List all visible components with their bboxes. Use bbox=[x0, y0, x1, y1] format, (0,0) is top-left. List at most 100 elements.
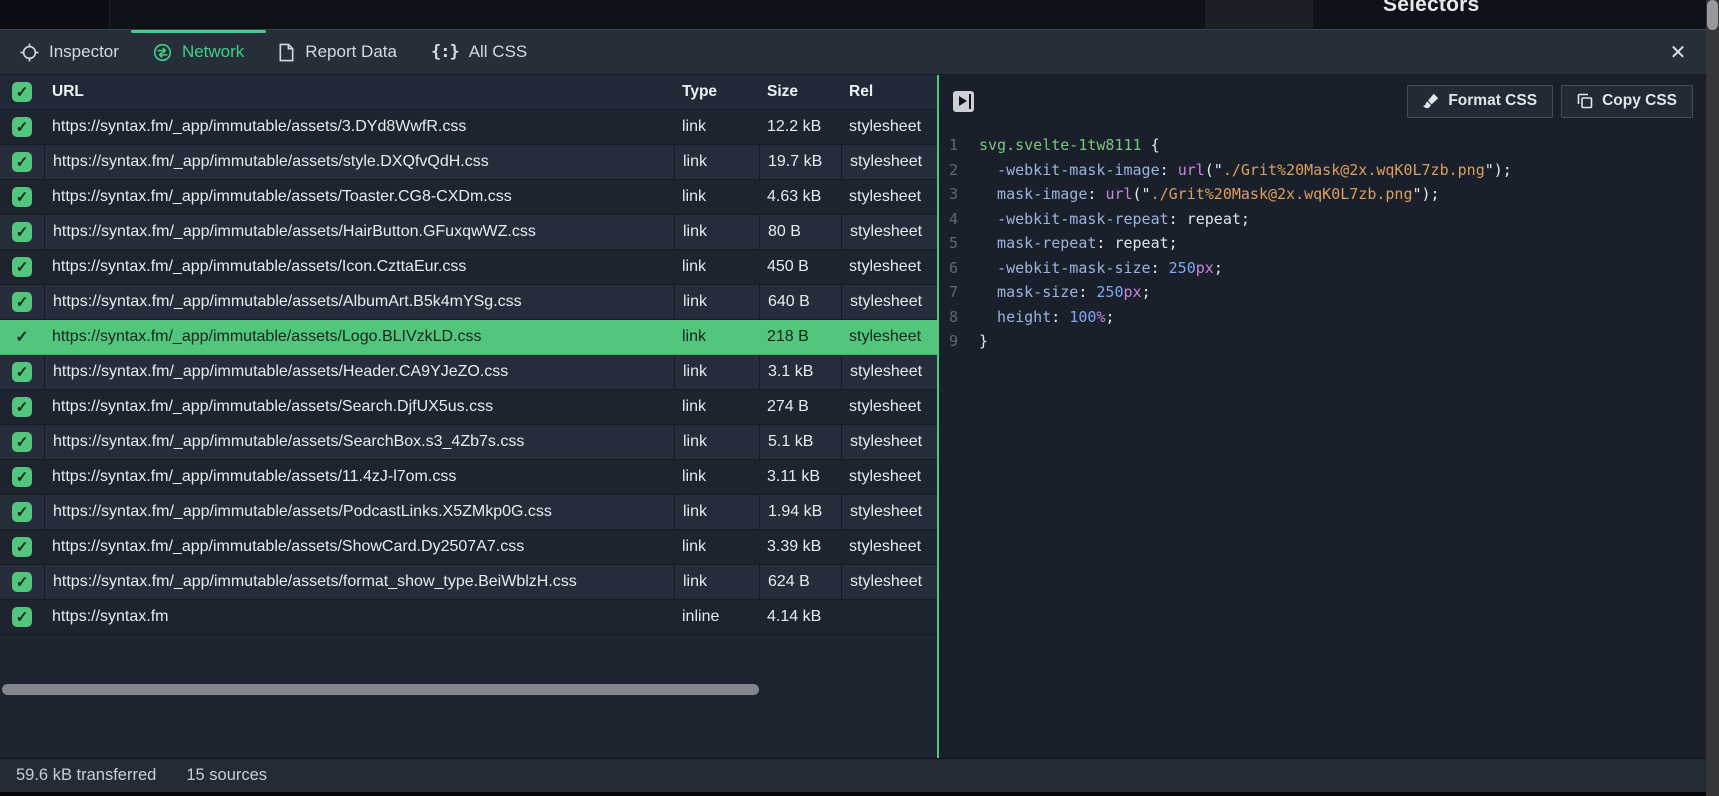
row-checkbox[interactable]: ✓ bbox=[12, 292, 32, 312]
select-all-checkbox[interactable]: ✓ bbox=[12, 82, 32, 102]
line-number: 8 bbox=[949, 305, 965, 330]
tab-network[interactable]: Network bbox=[153, 30, 244, 74]
row-checkbox-cell: ✓ bbox=[0, 152, 44, 172]
row-url: https://syntax.fm/_app/immutable/assets/… bbox=[44, 285, 674, 319]
page-scrollbar-thumb[interactable] bbox=[1707, 0, 1718, 30]
devtools-panel: Inspector Network bbox=[0, 30, 1719, 792]
row-rel: stylesheet bbox=[841, 328, 937, 346]
close-icon[interactable]: ✕ bbox=[1667, 42, 1689, 64]
row-type: link bbox=[674, 495, 759, 529]
row-checkbox[interactable]: ✓ bbox=[12, 257, 32, 277]
table-row[interactable]: ✓ https://syntax.fm inline 4.14 kB bbox=[0, 600, 937, 635]
row-type: inline bbox=[674, 608, 759, 626]
line-code: -webkit-mask-size: 250px; bbox=[965, 256, 1223, 281]
table-row[interactable]: ✓ https://syntax.fm/_app/immutable/asset… bbox=[0, 285, 937, 320]
table-row[interactable]: ✓ https://syntax.fm/_app/immutable/asset… bbox=[0, 530, 937, 565]
row-url: https://syntax.fm/_app/immutable/assets/… bbox=[44, 258, 674, 276]
row-size: 12.2 kB bbox=[759, 118, 841, 136]
row-url: https://syntax.fm/_app/immutable/assets/… bbox=[44, 215, 674, 249]
row-url: https://syntax.fm/_app/immutable/assets/… bbox=[44, 538, 674, 556]
row-size: 4.14 kB bbox=[759, 608, 841, 626]
row-checkbox[interactable]: ✓ bbox=[15, 327, 28, 347]
row-rel: stylesheet bbox=[841, 258, 937, 276]
expand-panel-button[interactable] bbox=[953, 91, 974, 112]
tab-all-css[interactable]: {:} All CSS bbox=[431, 30, 527, 74]
table-row[interactable]: ✓ https://syntax.fm/_app/immutable/asset… bbox=[0, 320, 937, 355]
row-size: 624 B bbox=[759, 565, 841, 599]
row-url: https://syntax.fm/_app/immutable/assets/… bbox=[44, 188, 674, 206]
row-checkbox[interactable]: ✓ bbox=[12, 502, 32, 522]
line-number: 6 bbox=[949, 256, 965, 281]
row-type: link bbox=[674, 215, 759, 249]
table-row[interactable]: ✓ https://syntax.fm/_app/immutable/asset… bbox=[0, 565, 937, 600]
row-checkbox[interactable]: ✓ bbox=[12, 187, 32, 207]
row-type: link bbox=[674, 425, 759, 459]
table-row[interactable]: ✓ https://syntax.fm/_app/immutable/asset… bbox=[0, 180, 937, 215]
format-css-label: Format CSS bbox=[1448, 92, 1537, 110]
line-code: height: 100%; bbox=[965, 305, 1114, 330]
table-row[interactable]: ✓ https://syntax.fm/_app/immutable/asset… bbox=[0, 110, 937, 145]
row-checkbox[interactable]: ✓ bbox=[12, 607, 32, 627]
table-header-row: ✓ URL Type Size Rel bbox=[0, 75, 937, 110]
row-url: https://syntax.fm/_app/immutable/assets/… bbox=[44, 328, 674, 346]
table-row[interactable]: ✓ https://syntax.fm/_app/immutable/asset… bbox=[0, 390, 937, 425]
line-number: 5 bbox=[949, 231, 965, 256]
row-checkbox[interactable]: ✓ bbox=[12, 222, 32, 242]
row-type: link bbox=[674, 538, 759, 556]
screen: Selectors Inspector bbox=[0, 0, 1719, 796]
table-row[interactable]: ✓ https://syntax.fm/_app/immutable/asset… bbox=[0, 250, 937, 285]
row-type: link bbox=[674, 355, 759, 389]
table-row[interactable]: ✓ https://syntax.fm/_app/immutable/asset… bbox=[0, 355, 937, 390]
row-type: link bbox=[674, 118, 759, 136]
table-row[interactable]: ✓ https://syntax.fm/_app/immutable/asset… bbox=[0, 460, 937, 495]
format-css-button[interactable]: Format CSS bbox=[1407, 85, 1553, 118]
line-number: 7 bbox=[949, 280, 965, 305]
css-code-viewer[interactable]: 1 svg.svelte-1tw8111 { 2 -webkit-mask-im… bbox=[939, 127, 1719, 354]
row-checkbox[interactable]: ✓ bbox=[12, 432, 32, 452]
row-checkbox[interactable]: ✓ bbox=[12, 572, 32, 592]
tab-label: All CSS bbox=[469, 42, 528, 62]
page-selectors-heading: Selectors bbox=[1383, 0, 1479, 17]
row-checkbox[interactable]: ✓ bbox=[12, 397, 32, 417]
table-row[interactable]: ✓ https://syntax.fm/_app/immutable/asset… bbox=[0, 495, 937, 530]
table-row[interactable]: ✓ https://syntax.fm/_app/immutable/asset… bbox=[0, 145, 937, 180]
row-type: link bbox=[674, 398, 759, 416]
select-all-checkbox-cell: ✓ bbox=[0, 82, 44, 102]
network-icon bbox=[153, 43, 172, 62]
row-checkbox[interactable]: ✓ bbox=[12, 537, 32, 557]
copy-css-button[interactable]: Copy CSS bbox=[1561, 85, 1693, 118]
code-line: 3 mask-image: url("./Grit%20Mask@2x.wqK0… bbox=[949, 182, 1719, 207]
row-type: link bbox=[674, 328, 759, 346]
row-size: 3.11 kB bbox=[759, 468, 841, 486]
tab-report-data[interactable]: Report Data bbox=[278, 30, 397, 74]
horizontal-scrollbar-thumb[interactable] bbox=[2, 684, 759, 695]
code-line: 9 } bbox=[949, 329, 1719, 354]
table-rows: ✓ https://syntax.fm/_app/immutable/asset… bbox=[0, 110, 937, 635]
row-checkbox-cell: ✓ bbox=[0, 467, 44, 487]
code-toolbar: Format CSS Copy CSS bbox=[939, 75, 1719, 127]
row-checkbox[interactable]: ✓ bbox=[12, 152, 32, 172]
page-scrollbar-track[interactable] bbox=[1706, 0, 1719, 796]
content-split: ✓ URL Type Size Rel ✓ https://syntax.fm/… bbox=[0, 75, 1719, 758]
row-rel: stylesheet bbox=[841, 285, 937, 319]
page-behind-strip: Selectors bbox=[0, 0, 1719, 30]
row-checkbox-cell: ✓ bbox=[0, 572, 44, 592]
tab-label: Inspector bbox=[49, 42, 119, 62]
page-behind-panel bbox=[1205, 0, 1313, 30]
row-checkbox[interactable]: ✓ bbox=[12, 362, 32, 382]
row-checkbox[interactable]: ✓ bbox=[12, 467, 32, 487]
line-code: mask-size: 250px; bbox=[965, 280, 1151, 305]
line-code: svg.svelte-1tw8111 { bbox=[965, 133, 1160, 158]
row-checkbox-cell: ✓ bbox=[0, 117, 44, 137]
table-row[interactable]: ✓ https://syntax.fm/_app/immutable/asset… bbox=[0, 215, 937, 250]
row-size: 450 B bbox=[759, 258, 841, 276]
table-row[interactable]: ✓ https://syntax.fm/_app/immutable/asset… bbox=[0, 425, 937, 460]
tab-label: Network bbox=[182, 42, 244, 62]
row-size: 3.1 kB bbox=[759, 355, 841, 389]
row-checkbox[interactable]: ✓ bbox=[12, 117, 32, 137]
row-checkbox-cell: ✓ bbox=[0, 292, 44, 312]
tab-inspector[interactable]: Inspector bbox=[20, 30, 119, 74]
row-checkbox-cell: ✓ bbox=[0, 362, 44, 382]
code-line: 2 -webkit-mask-image: url("./Grit%20Mask… bbox=[949, 158, 1719, 183]
row-size: 5.1 kB bbox=[759, 425, 841, 459]
